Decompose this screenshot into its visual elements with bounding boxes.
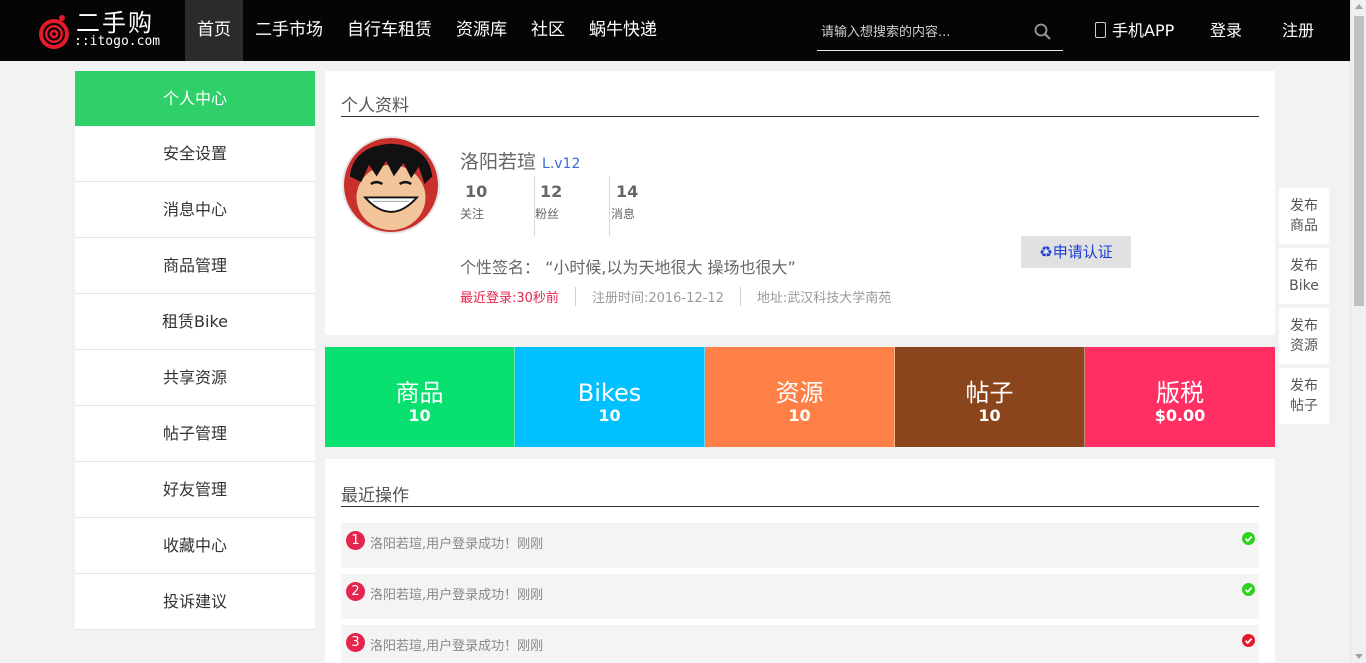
list-item[interactable]: 2 洛阳若瑄,用户登录成功！刚刚 — [341, 574, 1259, 619]
tile-goods-name: 商品 — [395, 379, 444, 407]
error-check-icon — [1242, 634, 1255, 647]
list-item[interactable]: 1 洛阳若瑄,用户登录成功！刚刚 — [341, 523, 1259, 568]
sidebar-item-message-center[interactable]: 消息中心 — [75, 182, 315, 238]
main-nav: 首页 二手市场 自行车租赁 资源库 社区 蜗牛快递 — [185, 0, 669, 61]
sidebar-item-personal-center[interactable]: 个人中心 — [75, 71, 315, 126]
stat-messages[interactable]: 14 消息 — [611, 176, 686, 236]
list-item[interactable]: 3 洛阳若瑄,用户登录成功！刚刚 — [341, 625, 1259, 663]
stat-followers[interactable]: 12 粉丝 — [535, 176, 610, 236]
scroll-up-arrow-icon[interactable] — [1355, 4, 1363, 9]
stat-following-label: 关注 — [460, 207, 485, 221]
top-navbar: 二手购 ::itogo.com 首页 二手市场 自行车租赁 资源库 社区 蜗牛快… — [0, 0, 1350, 61]
search-input[interactable] — [821, 20, 1021, 44]
list-item-index: 2 — [346, 582, 365, 601]
sidebar-item-favorites[interactable]: 收藏中心 — [75, 518, 315, 574]
tile-goods-value: 10 — [408, 406, 431, 425]
list-item-index: 3 — [346, 633, 365, 652]
user-address: 地址:武汉科技大学南苑 — [739, 287, 907, 306]
apply-certification-button[interactable]: ♻申请认证 — [1021, 236, 1131, 268]
avatar[interactable] — [342, 136, 440, 234]
nav-snail-express[interactable]: 蜗牛快递 — [577, 0, 669, 61]
tile-resources-name: 资源 — [775, 379, 824, 407]
tile-posts-value: 10 — [978, 406, 1001, 425]
nav-resources[interactable]: 资源库 — [444, 0, 519, 61]
stat-messages-value: 14 — [616, 182, 639, 201]
publish-bike-line2: Bike — [1289, 278, 1319, 294]
mobile-phone-icon — [1095, 22, 1106, 38]
sidebar-item-complaints[interactable]: 投诉建议 — [75, 574, 315, 630]
scroll-thumb[interactable] — [1354, 16, 1364, 306]
avatar-image — [344, 138, 438, 232]
logo-subtitle: ::itogo.com — [74, 34, 161, 49]
username: 洛阳若瑄 — [460, 151, 537, 173]
recent-operations-title: 最近操作 — [341, 481, 1259, 507]
tile-resources-value: 10 — [788, 406, 811, 425]
list-item-text: 洛阳若瑄,用户登录成功！刚刚 — [370, 588, 544, 603]
publish-goods-line1: 发布 — [1290, 198, 1318, 214]
logo-title: 二手购 — [76, 9, 154, 37]
publish-post-line2: 帖子 — [1290, 398, 1318, 414]
vertical-scrollbar[interactable] — [1350, 0, 1366, 663]
publish-goods-button[interactable]: 发布 商品 — [1279, 188, 1329, 244]
tile-resources[interactable]: 资源 10 — [705, 347, 895, 447]
tile-bikes[interactable]: Bikes 10 — [515, 347, 705, 447]
stat-followers-label: 粉丝 — [535, 207, 560, 221]
tile-posts-name: 帖子 — [965, 379, 1014, 407]
nav-bike-rental[interactable]: 自行车租赁 — [335, 0, 444, 61]
stat-messages-label: 消息 — [611, 207, 636, 221]
tile-posts[interactable]: 帖子 10 — [895, 347, 1085, 447]
stat-following-value: 10 — [465, 182, 488, 201]
user-level-badge: L.v12 — [542, 156, 581, 172]
publish-goods-line2: 商品 — [1290, 218, 1318, 234]
search-box — [817, 14, 1063, 51]
mobile-app-label: 手机APP — [1112, 21, 1175, 40]
sidebar-item-security-settings[interactable]: 安全设置 — [75, 126, 315, 182]
publish-bike-button[interactable]: 发布 Bike — [1279, 248, 1329, 304]
scroll-down-arrow-icon[interactable] — [1355, 654, 1363, 659]
tile-bikes-value: 10 — [598, 406, 621, 425]
tile-royalties-value: $0.00 — [1154, 406, 1206, 425]
profile-meta: 最近登录:30秒前 注册时间:2016-12-12 地址:武汉科技大学南苑 — [460, 287, 907, 306]
stat-followers-value: 12 — [540, 182, 563, 201]
profile-section-title: 个人资料 — [341, 91, 1259, 117]
sidebar-menu: 个人中心 安全设置 消息中心 商品管理 租赁Bike 共享资源 帖子管理 好友管… — [75, 71, 315, 630]
register-time: 注册时间:2016-12-12 — [574, 287, 740, 306]
list-item-text: 洛阳若瑄,用户登录成功！刚刚 — [370, 537, 544, 552]
logo-snail-icon — [39, 15, 69, 49]
mobile-app-link[interactable]: 手机APP — [1095, 0, 1174, 61]
recent-operations-card: 最近操作 1 洛阳若瑄,用户登录成功！刚刚 2 洛阳若瑄,用户登录成功！刚刚 3… — [325, 459, 1275, 663]
tile-bikes-name: Bikes — [577, 379, 642, 407]
sidebar-item-friend-management[interactable]: 好友管理 — [75, 462, 315, 518]
success-check-icon — [1242, 583, 1255, 596]
publish-resource-line2: 资源 — [1290, 338, 1318, 354]
stat-tiles: 商品 10 Bikes 10 资源 10 帖子 10 版税 $0.00 — [325, 347, 1275, 447]
tile-goods[interactable]: 商品 10 — [325, 347, 515, 447]
site-logo[interactable]: 二手购 ::itogo.com — [36, 8, 166, 54]
user-signature: 个性签名： “小时候,以为天地很大 操场也很大” — [460, 258, 796, 277]
username-row: 洛阳若瑄 L.v12 — [460, 147, 580, 174]
sidebar-item-rent-bike[interactable]: 租赁Bike — [75, 294, 315, 350]
login-link[interactable]: 登录 — [1210, 0, 1242, 61]
sidebar-item-post-management[interactable]: 帖子管理 — [75, 406, 315, 462]
nav-home[interactable]: 首页 — [185, 0, 243, 61]
publish-resource-button[interactable]: 发布 资源 — [1279, 308, 1329, 364]
nav-second-hand-market[interactable]: 二手市场 — [243, 0, 335, 61]
publish-post-line1: 发布 — [1290, 378, 1318, 394]
nav-community[interactable]: 社区 — [519, 0, 577, 61]
last-login-time: 最近登录:30秒前 — [460, 291, 559, 306]
publish-bike-line1: 发布 — [1290, 258, 1318, 274]
publish-resource-line1: 发布 — [1290, 318, 1318, 334]
success-check-icon — [1242, 532, 1255, 545]
tile-royalties-name: 版税 — [1156, 379, 1204, 407]
list-item-index: 1 — [346, 531, 365, 550]
publish-post-button[interactable]: 发布 帖子 — [1279, 368, 1329, 424]
profile-card: 个人资料 洛阳若瑄 L.v12 10 关注 12 粉丝 14 消息 ♻申请认证 个… — [325, 71, 1275, 335]
register-link[interactable]: 注册 — [1282, 0, 1314, 61]
sidebar-item-goods-management[interactable]: 商品管理 — [75, 238, 315, 294]
search-icon[interactable] — [1033, 22, 1053, 42]
tile-royalties[interactable]: 版税 $0.00 — [1085, 347, 1275, 447]
list-item-text: 洛阳若瑄,用户登录成功！刚刚 — [370, 639, 544, 654]
stat-following[interactable]: 10 关注 — [460, 176, 535, 236]
sidebar-item-shared-resources[interactable]: 共享资源 — [75, 350, 315, 406]
